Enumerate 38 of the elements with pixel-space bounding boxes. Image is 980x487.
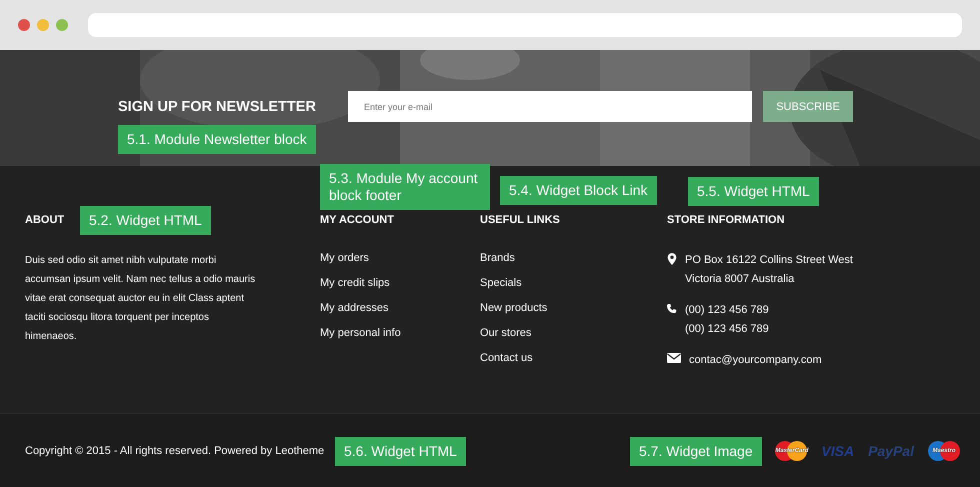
- footer-link[interactable]: My credit slips: [320, 276, 390, 290]
- store-info-text: Victoria 8007 Australia: [685, 272, 796, 287]
- envelope-icon: [667, 353, 681, 363]
- annotation-label: 5.6. Widget HTML: [335, 437, 466, 466]
- store-info-text: (00) 123 456 789: [685, 322, 769, 337]
- store-info-text: PO Box 16122 Collins Street West: [685, 253, 853, 268]
- annotation-label: 5.4. Widget Block Link: [500, 176, 657, 205]
- annotation-label: 5.5. Widget HTML: [688, 177, 819, 206]
- about-text: Duis sed odio sit amet nibh vulputate morbi accumsan ipsum velit. Nam nec tellus a odio mauris vitae erat consequat auctor eu in elit Class aptent taciti sociosqu litora torquent per inceptos himenaeos.: [25, 254, 256, 344]
- map-pin-icon: [667, 253, 677, 265]
- annotation-label: 5.1. Module Newsletter block: [118, 125, 316, 154]
- card-logo: VISA: [821, 443, 854, 459]
- address-bar[interactable]: [88, 13, 962, 37]
- column-heading: USEFUL LINKS: [480, 214, 560, 226]
- footer-link[interactable]: Our stores: [480, 326, 532, 340]
- footer-link[interactable]: Contact us: [480, 351, 533, 365]
- window-dot[interactable]: [18, 19, 30, 31]
- footer-link[interactable]: My addresses: [320, 301, 388, 315]
- annotation-label: 5.3. Module My account block footer: [320, 164, 490, 210]
- store-info-text: (00) 123 456 789: [685, 303, 769, 318]
- copyright-text: Copyright © 2015 - All rights reserved. Powered by Leotheme: [25, 445, 324, 457]
- footer-link[interactable]: My orders: [320, 251, 369, 265]
- footer-link[interactable]: Specials: [480, 276, 522, 290]
- newsletter-title: SIGN UP FOR NEWSLETTER: [118, 98, 317, 114]
- column-heading: MY ACCOUNT: [320, 214, 394, 226]
- phone-icon: [667, 303, 677, 315]
- window-dot[interactable]: [56, 19, 68, 31]
- email-field[interactable]: Enter your e-mail: [348, 91, 752, 122]
- store-info-text: contac@yourcompany.com: [689, 353, 822, 368]
- payment-logo: PayPal: [868, 443, 914, 459]
- column-heading: STORE INFORMATION: [667, 214, 785, 226]
- footer-link[interactable]: New products: [480, 301, 548, 315]
- annotation-label: 5.7. Widget Image: [630, 437, 762, 466]
- column-heading: ABOUT: [25, 214, 64, 226]
- window-dot[interactable]: [37, 19, 49, 31]
- annotation-label: 5.2. Widget HTML: [80, 206, 211, 235]
- footer-link[interactable]: Brands: [480, 251, 515, 265]
- footer-link[interactable]: My personal info: [320, 326, 401, 340]
